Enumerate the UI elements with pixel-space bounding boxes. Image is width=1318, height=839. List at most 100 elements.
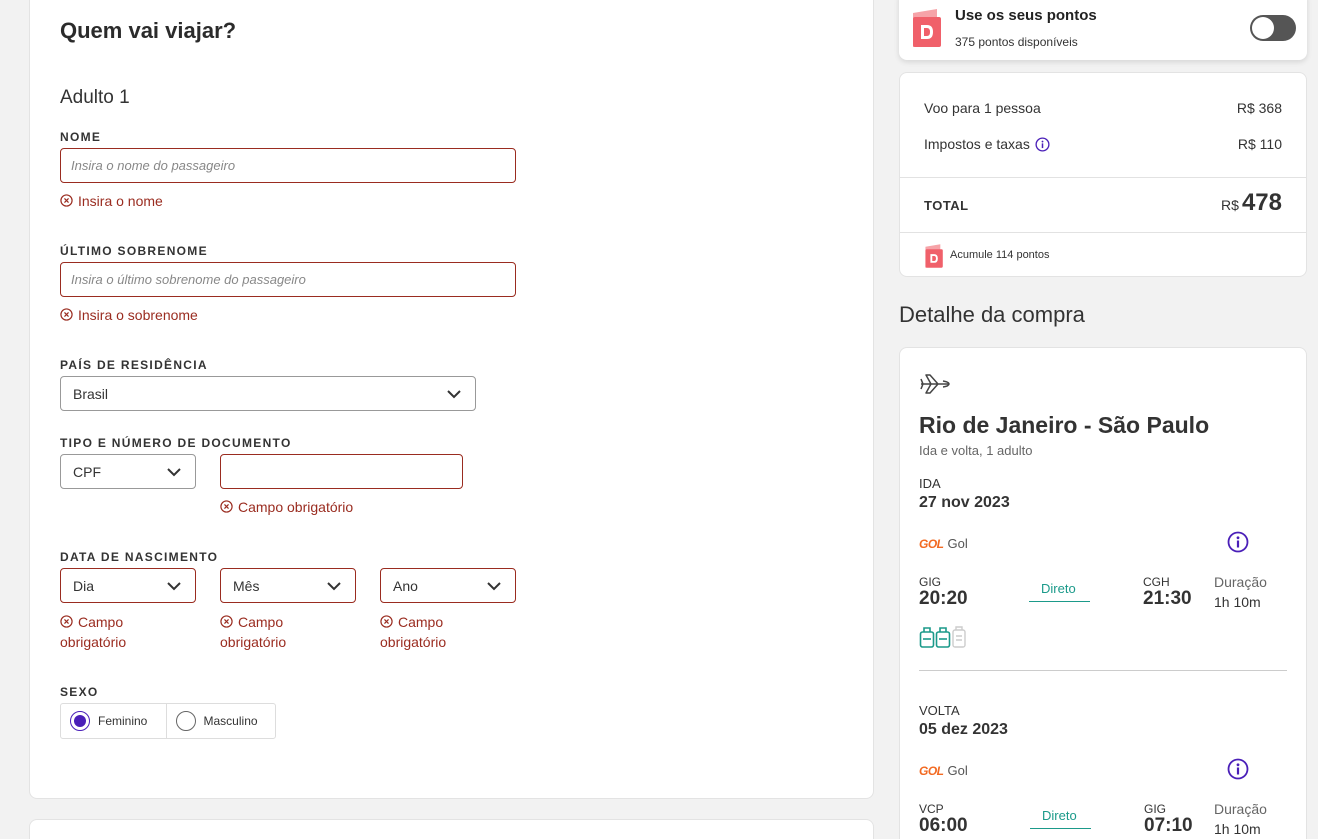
birth-day-value: Dia bbox=[73, 577, 95, 594]
sex-option-masculino[interactable]: Masculino bbox=[165, 704, 275, 738]
document-number-input[interactable] bbox=[220, 454, 463, 489]
points-card: Use os seus pontos 375 pontos disponívei… bbox=[899, 0, 1307, 60]
radio-checked-icon[interactable] bbox=[70, 711, 90, 731]
country-select[interactable]: Brasil bbox=[60, 376, 476, 411]
birth-year-error-text: Campo bbox=[398, 614, 444, 630]
birth-month-select[interactable]: Mês bbox=[220, 568, 356, 603]
error-circle-icon bbox=[60, 615, 73, 628]
points-title: Use os seus pontos bbox=[955, 7, 1097, 24]
birth-year-select[interactable]: Ano bbox=[380, 568, 516, 603]
birth-month-error-text-2: obrigatório bbox=[220, 634, 287, 650]
route-title: Rio de Janeiro - São Paulo bbox=[919, 412, 1210, 438]
info-icon[interactable] bbox=[1227, 531, 1249, 553]
birth-year-error-line2: obrigatório bbox=[380, 632, 446, 652]
document-label: TIPO E NÚMERO DE DOCUMENTO bbox=[60, 436, 292, 450]
next-form-card bbox=[29, 819, 874, 839]
use-points-toggle[interactable] bbox=[1250, 15, 1296, 41]
surname-error-text: Insira o sobrenome bbox=[78, 307, 198, 323]
surname-error: Insira o sobrenome bbox=[60, 305, 198, 325]
chevron-down-icon bbox=[167, 467, 181, 476]
outbound-to-time: 21:30 bbox=[1143, 588, 1192, 609]
outbound-airline: GOL Gol bbox=[919, 536, 968, 551]
flight-price-value: R$ 368 bbox=[1236, 100, 1282, 116]
error-circle-icon bbox=[380, 615, 393, 628]
return-route-line bbox=[1030, 828, 1091, 829]
error-circle-icon bbox=[60, 194, 73, 207]
taxes-label: Impostos e taxas bbox=[924, 136, 1030, 152]
divider bbox=[919, 670, 1287, 671]
return-duration-label: Duração bbox=[1214, 801, 1267, 817]
country-label: PAÍS DE RESIDÊNCIA bbox=[60, 358, 208, 372]
return-from-time: 06:00 bbox=[919, 815, 968, 836]
birth-day-error-text: Campo bbox=[78, 614, 124, 630]
birth-year-value: Ano bbox=[393, 577, 418, 594]
sex-label: SEXO bbox=[60, 685, 99, 699]
earn-points-text: Acumule 114 pontos bbox=[950, 249, 1050, 261]
info-icon[interactable] bbox=[1035, 136, 1050, 152]
outbound-from-time: 20:20 bbox=[919, 588, 968, 609]
error-circle-icon bbox=[220, 500, 233, 513]
return-duration: 1h 10m bbox=[1214, 821, 1261, 837]
outbound-from-code: GIG bbox=[919, 575, 942, 589]
gol-logo: GOL bbox=[919, 763, 944, 778]
birth-day-error: Campo bbox=[60, 612, 123, 632]
gol-logo: GOL bbox=[919, 536, 944, 551]
birth-year-error-text-2: obrigatório bbox=[380, 634, 447, 650]
birth-year-error: Campo bbox=[380, 612, 443, 632]
divider bbox=[900, 232, 1306, 233]
airplane-icon bbox=[920, 374, 950, 394]
trip-info: Ida e volta, 1 adulto bbox=[919, 443, 1033, 458]
birth-day-error-text-2: obrigatório bbox=[60, 634, 127, 650]
total-value: 478 bbox=[1241, 189, 1282, 216]
total-price: R$ 478 bbox=[1221, 189, 1282, 217]
flight-price-label: Voo para 1 pessoa bbox=[924, 100, 1041, 116]
return-from-code: VCP bbox=[919, 802, 944, 816]
points-brand-icon bbox=[925, 244, 943, 268]
divider bbox=[900, 177, 1306, 178]
outbound-airline-name: Gol bbox=[947, 536, 968, 551]
birth-month-value: Mês bbox=[233, 577, 260, 594]
error-circle-icon bbox=[60, 308, 73, 321]
passenger-label: Adulto 1 bbox=[60, 87, 130, 108]
radio-unchecked-icon[interactable] bbox=[175, 711, 196, 731]
surname-label: ÚLTIMO SOBRENOME bbox=[60, 244, 208, 258]
document-error-text: Campo obrigatório bbox=[238, 499, 354, 515]
outbound-duration: 1h 10m bbox=[1214, 594, 1261, 610]
detail-heading: Detalhe da compra bbox=[899, 302, 1085, 327]
return-label: VOLTA bbox=[919, 703, 960, 718]
return-stops: Direto bbox=[1042, 808, 1077, 823]
document-type-select[interactable]: CPF bbox=[60, 454, 196, 489]
form-title: Quem vai viajar? bbox=[60, 18, 237, 43]
total-currency: R$ bbox=[1221, 197, 1239, 213]
return-to-code: GIG bbox=[1144, 802, 1167, 816]
info-icon[interactable] bbox=[1227, 758, 1249, 780]
chevron-down-icon bbox=[447, 389, 461, 398]
outbound-label: IDA bbox=[919, 476, 941, 491]
birth-day-error-line2: obrigatório bbox=[60, 632, 126, 652]
sex-option-masculino-label: Masculino bbox=[203, 714, 258, 728]
outbound-to-code: CGH bbox=[1143, 575, 1170, 589]
error-circle-icon bbox=[220, 615, 233, 628]
baggage-icons bbox=[919, 626, 966, 648]
purchase-detail-card: Rio de Janeiro - São Paulo Ida e volta, … bbox=[899, 347, 1307, 839]
passenger-form-card: Quem vai viajar? Adulto 1 NOME Insira o … bbox=[29, 0, 874, 799]
birthdate-label: DATA DE NASCIMENTO bbox=[60, 550, 219, 564]
outbound-stops: Direto bbox=[1041, 581, 1076, 596]
sex-option-feminino[interactable]: Feminino bbox=[61, 704, 166, 738]
birth-month-error: Campo bbox=[220, 612, 283, 632]
document-type-value: CPF bbox=[73, 463, 101, 480]
country-value: Brasil bbox=[73, 385, 109, 402]
birth-month-error-text: Campo bbox=[238, 614, 284, 630]
chevron-down-icon bbox=[327, 581, 341, 590]
sex-radio-group: Feminino Masculino bbox=[60, 703, 276, 739]
name-error: Insira o nome bbox=[60, 191, 163, 211]
surname-input[interactable]: Insira o último sobrenome do passageiro bbox=[60, 262, 516, 297]
document-error: Campo obrigatório bbox=[220, 497, 353, 517]
outbound-duration-label: Duração bbox=[1214, 574, 1267, 590]
birth-day-select[interactable]: Dia bbox=[60, 568, 196, 603]
points-available: 375 pontos disponíveis bbox=[955, 35, 1078, 49]
price-summary-card: Voo para 1 pessoa R$ 368 Impostos e taxa… bbox=[899, 72, 1307, 277]
name-input[interactable]: Insira o nome do passageiro bbox=[60, 148, 516, 183]
total-label: TOTAL bbox=[924, 198, 969, 213]
name-error-text: Insira o nome bbox=[78, 193, 163, 209]
